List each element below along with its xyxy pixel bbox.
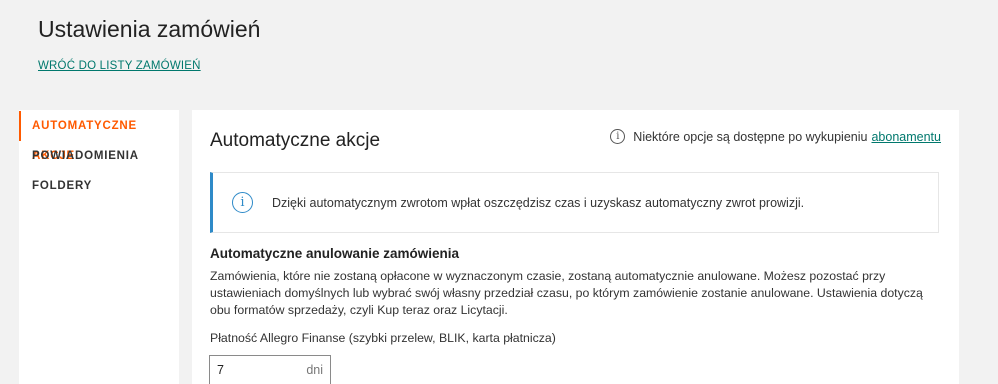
page-title: Ustawienia zamówień xyxy=(38,16,261,42)
section-title: Automatyczne akcje xyxy=(210,130,381,151)
payment-days-label: Płatność Allegro Finanse (szybki przelew… xyxy=(210,331,556,345)
back-to-orders-link[interactable]: WRÓĆ DO LISTY ZAMÓWIEŃ xyxy=(38,60,201,72)
info-icon: i xyxy=(610,129,626,144)
info-circle-icon: i xyxy=(232,192,253,213)
payment-days-unit: dni xyxy=(306,363,323,377)
info-banner: i Dzięki automatycznym zwrotom wpłat osz… xyxy=(210,172,939,233)
auto-cancel-title: Automatyczne anulowanie zamówienia xyxy=(210,246,460,261)
subscription-note-text: Niektóre opcje są dostępne po wykupieniu xyxy=(633,129,868,144)
auto-cancel-description: Zamówienia, które nie zostaną opłacone w… xyxy=(210,269,923,317)
sidebar-item-automatic-actions[interactable]: AUTOMATYCZNE AKCJE xyxy=(19,111,179,162)
info-banner-text: Dzięki automatycznym zwrotom wpłat oszcz… xyxy=(272,195,805,210)
subscription-note: i Niektóre opcje są dostępne po wykupien… xyxy=(610,129,941,144)
sidebar-item-folders[interactable]: FOLDERY xyxy=(19,171,179,201)
payment-days-value: 7 xyxy=(217,363,224,377)
main-panel: Automatyczne akcje i Niektóre opcje są d… xyxy=(192,110,959,384)
sidebar-item-notifications[interactable]: POWIADOMIENIA xyxy=(19,141,179,171)
payment-days-input[interactable]: 7 dni xyxy=(209,355,331,384)
sidebar: AUTOMATYCZNE AKCJE POWIADOMIENIA FOLDERY xyxy=(19,110,179,384)
subscription-link[interactable]: abonamentu xyxy=(871,130,941,144)
